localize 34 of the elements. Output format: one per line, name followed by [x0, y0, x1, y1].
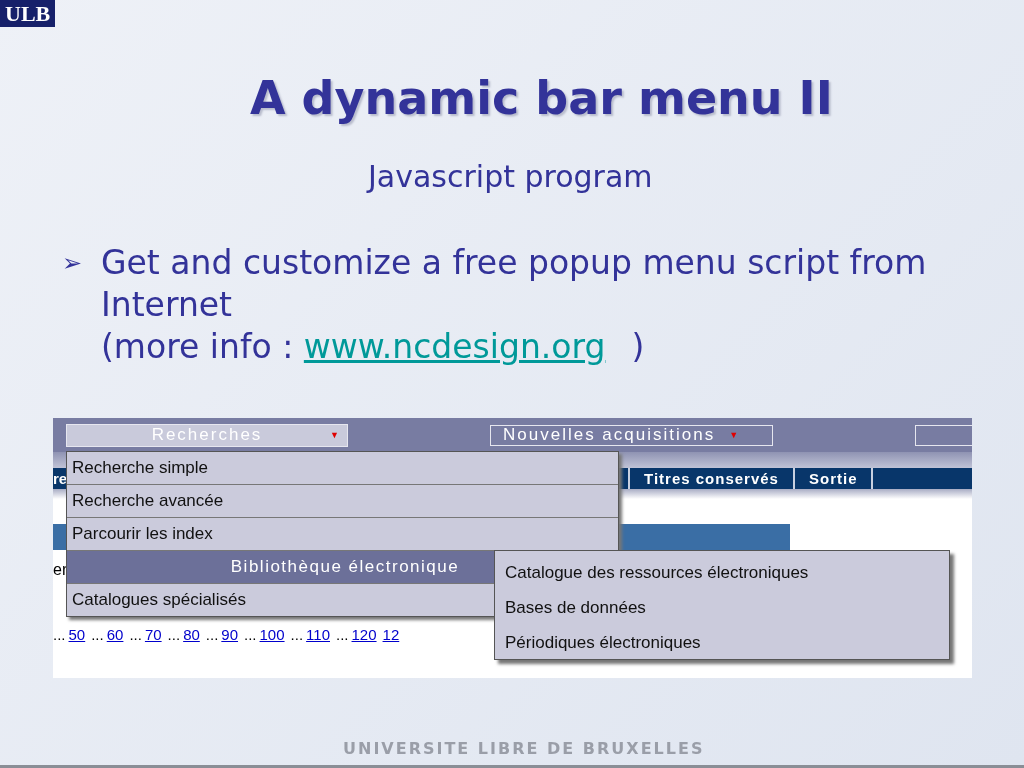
page-link[interactable]: 100: [259, 626, 285, 643]
ellipsis-text: ...: [91, 626, 104, 643]
logo: ULB: [0, 0, 56, 27]
page-link[interactable]: 12: [382, 626, 400, 643]
ellipsis-text: ...: [205, 626, 219, 643]
ellipsis-text: ...: [244, 626, 257, 643]
slide-title: A dynamic bar menu II: [250, 71, 834, 125]
page-link[interactable]: 70: [144, 626, 162, 643]
note-text: (more info : www.ncdesign.org ): [101, 326, 646, 368]
ellipsis-text: ...: [53, 626, 66, 643]
dropdown-button[interactable]: Nouvelles acquisitions ▼: [490, 424, 773, 446]
page-link[interactable]: 50: [68, 626, 86, 643]
nav-text-fragment: re: [53, 470, 65, 487]
page-link[interactable]: 110: [306, 626, 330, 643]
text-fragment: er: [53, 560, 68, 580]
dropdown-button[interactable]: [915, 424, 972, 446]
menu-item[interactable]: Recherche simple: [67, 452, 618, 485]
ellipsis-text: ...: [129, 626, 142, 643]
bullet-arrow-icon: ➢: [62, 242, 101, 368]
footer-text: UNIVERSITE LIBRE DE BRUXELLES: [343, 739, 706, 758]
caret-icon: ▼: [330, 430, 339, 440]
bullet-text: Get and customize a free popup menu script from Internet: [101, 242, 928, 326]
page-link[interactable]: 120: [351, 626, 377, 643]
ellipsis-text: ...: [167, 626, 181, 643]
page-link[interactable]: 90: [221, 626, 238, 643]
caret-icon: ▼: [729, 430, 739, 440]
ellipsis-text: ...: [336, 626, 349, 643]
slide-subtitle: Javascript program: [368, 160, 654, 194]
submenu-item[interactable]: Bases de données: [495, 590, 949, 625]
ellipsis-text: ...: [290, 626, 304, 643]
submenu-item[interactable]: Périodiques électroniques: [495, 625, 949, 660]
page-link[interactable]: 60: [106, 626, 124, 643]
page-link[interactable]: 80: [183, 626, 200, 643]
menu-item[interactable]: Recherche avancée: [67, 485, 618, 518]
